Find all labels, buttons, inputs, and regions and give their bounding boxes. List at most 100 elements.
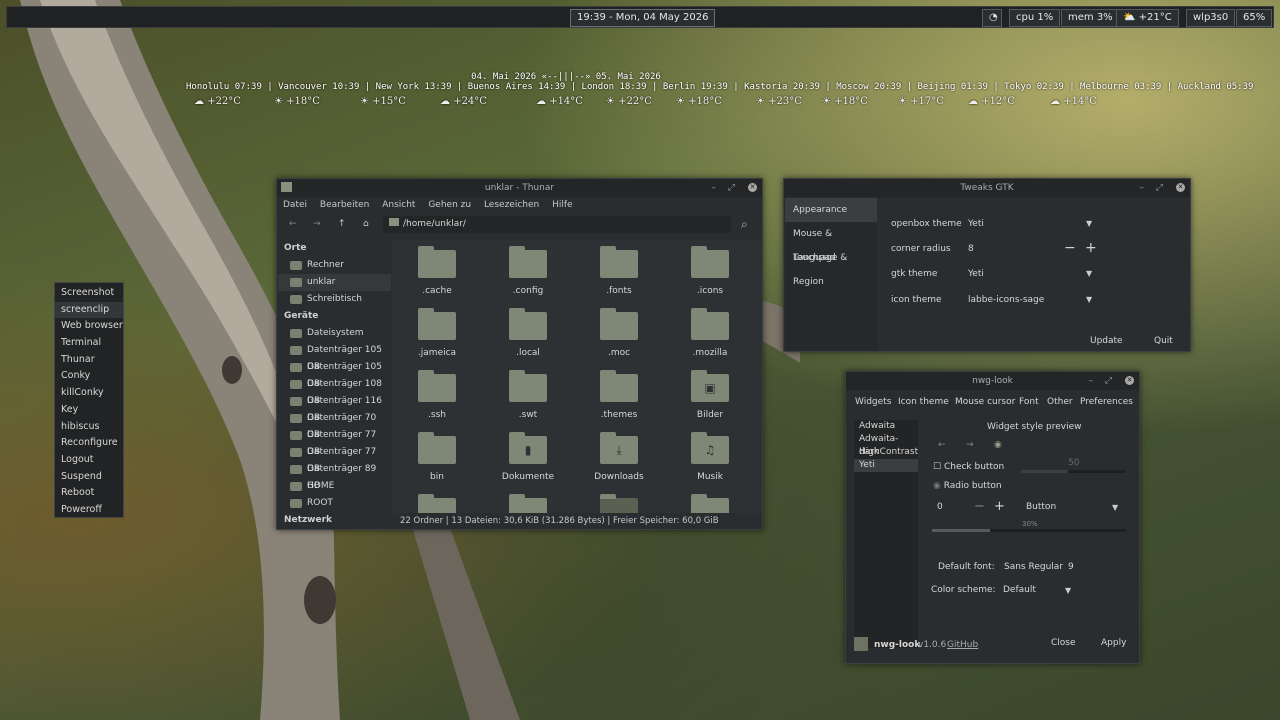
menu-gehen-zu[interactable]: Gehen zu — [428, 200, 471, 210]
radio-dot-icon[interactable]: ◉ — [994, 440, 1002, 450]
plus-icon[interactable]: + — [1085, 240, 1097, 256]
file-item[interactable]: .themes — [574, 410, 664, 420]
tab-other[interactable]: Other — [1047, 397, 1073, 407]
minimize-icon[interactable]: – — [1089, 372, 1094, 390]
chevron-down-icon[interactable]: ▼ — [1086, 219, 1092, 228]
close-icon[interactable]: ✕ — [748, 183, 757, 192]
menu-item-terminal[interactable]: Terminal — [55, 335, 123, 352]
thunar-titlebar[interactable]: unklar - Thunar – ⤢ ✕ — [277, 179, 762, 197]
sidebar-item-device[interactable]: ROOT — [278, 495, 391, 512]
folder-icon[interactable] — [691, 246, 729, 278]
menu-item-logout[interactable]: Logout — [55, 452, 123, 469]
maximize-icon[interactable]: ⤢ — [728, 179, 735, 197]
minimize-icon[interactable]: – — [1140, 179, 1145, 197]
sidebar-item-schreibtisch[interactable]: Schreibtisch — [278, 291, 391, 308]
tray-mem[interactable]: mem 3% — [1061, 9, 1120, 27]
folder-icon[interactable] — [600, 246, 638, 278]
sidebar-item-device[interactable]: HOME — [278, 478, 391, 495]
menu-hilfe[interactable]: Hilfe — [552, 200, 572, 210]
folder-icon[interactable] — [691, 308, 729, 340]
file-item[interactable]: Downloads — [574, 472, 664, 482]
menu-item-conky[interactable]: Conky — [55, 368, 123, 385]
tray-weather[interactable]: ⛅ +21°C — [1116, 9, 1179, 27]
sidebar-item-device[interactable]: Datenträger 108 GB — [278, 376, 391, 406]
file-item[interactable]: Bilder — [665, 410, 755, 420]
sidebar-item-device[interactable]: Datenträger 77 GB — [278, 444, 391, 474]
document-folder-icon[interactable]: ▮ — [509, 432, 547, 464]
menu-item-reboot[interactable]: Reboot — [55, 485, 123, 502]
maximize-icon[interactable]: ⤢ — [1156, 179, 1163, 197]
minimize-icon[interactable]: – — [712, 179, 717, 197]
theme-item[interactable]: Yeti — [854, 459, 918, 472]
folder-icon[interactable] — [418, 246, 456, 278]
tray-applet-icon[interactable]: ◔ — [982, 9, 1002, 27]
chevron-down-icon[interactable]: ▼ — [1065, 586, 1071, 595]
file-item[interactable]: Dokumente — [483, 472, 573, 482]
menu-item-hibiscus[interactable]: hibiscus — [55, 419, 123, 436]
maximize-icon[interactable]: ⤢ — [1105, 372, 1112, 390]
file-item[interactable]: .mozilla — [665, 348, 755, 358]
nwg-titlebar[interactable]: nwg-look – ⤢ ✕ — [846, 372, 1139, 390]
folder-icon[interactable] — [418, 432, 456, 464]
sidebar-item-device[interactable]: Datenträger 105 GB — [278, 359, 391, 389]
spin-value[interactable]: 0 — [937, 502, 943, 512]
home-icon[interactable]: ⌂ — [363, 219, 369, 229]
file-item[interactable]: .icons — [665, 286, 755, 296]
file-item[interactable]: .moc — [574, 348, 664, 358]
file-item[interactable]: .config — [483, 286, 573, 296]
minus-icon[interactable]: − — [1064, 240, 1076, 256]
folder-icon[interactable] — [600, 308, 638, 340]
menu-item-key[interactable]: Key — [55, 402, 123, 419]
close-button[interactable]: Close — [1051, 638, 1076, 648]
up-arrow-icon[interactable]: ↑ — [338, 219, 346, 229]
file-item[interactable]: .local — [483, 348, 573, 358]
check-button[interactable]: ☐ Check button — [933, 462, 1004, 472]
github-link[interactable]: GitHub — [947, 640, 978, 650]
back-arrow-icon[interactable]: ← — [289, 219, 297, 229]
update-button[interactable]: Update — [1090, 336, 1123, 346]
file-item[interactable]: .cache — [392, 286, 482, 296]
search-icon[interactable]: ⌕ — [741, 217, 748, 232]
location-bar[interactable]: /home/unklar/ — [383, 216, 731, 233]
menu-item-web-browser[interactable]: Web browser — [55, 318, 123, 335]
sidebar-item-device[interactable]: Datenträger 116 GB — [278, 393, 391, 423]
menu-ansicht[interactable]: Ansicht — [382, 200, 415, 210]
file-item[interactable]: .swt — [483, 410, 573, 420]
tab-appearance[interactable]: Appearance — [785, 198, 877, 222]
chevron-down-icon[interactable]: ▼ — [1112, 503, 1118, 512]
gtk-theme-value[interactable]: Yeti — [968, 269, 984, 279]
sidebar-item-device[interactable]: Datenträger 77 GB — [278, 427, 391, 457]
folder-icon[interactable] — [509, 370, 547, 402]
tab-font[interactable]: Font — [1019, 397, 1039, 407]
forward-arrow-icon[interactable]: → — [313, 219, 321, 229]
combo-button[interactable]: Button — [1026, 502, 1056, 512]
forward-arrow-icon[interactable]: → — [966, 440, 974, 450]
tray-network[interactable]: wlp3s0 — [1186, 9, 1236, 27]
folder-icon[interactable] — [509, 494, 547, 513]
folder-icon[interactable] — [509, 246, 547, 278]
tab-preferences[interactable]: Preferences — [1080, 397, 1133, 407]
folder-icon[interactable] — [418, 494, 456, 513]
folder-icon[interactable] — [600, 494, 638, 513]
panel-clock[interactable]: 19:39 - Mon, 04 May 2026 — [570, 9, 716, 27]
folder-icon[interactable] — [509, 308, 547, 340]
close-icon[interactable]: ✕ — [1125, 376, 1134, 385]
apply-button[interactable]: Apply — [1101, 638, 1126, 648]
icon-theme-value[interactable]: labbe-icons-sage — [968, 295, 1044, 305]
file-item[interactable]: Musik — [665, 472, 755, 482]
theme-item[interactable]: Adwaita — [854, 420, 918, 433]
file-item[interactable]: .ssh — [392, 410, 482, 420]
sidebar-item-rechner[interactable]: Rechner — [278, 257, 391, 274]
scale-slider[interactable] — [1021, 470, 1125, 473]
menu-item-reconfigure[interactable]: Reconfigure — [55, 435, 123, 452]
theme-item[interactable]: HighContrast — [854, 446, 918, 459]
tray-cpu[interactable]: cpu 1% — [1009, 9, 1061, 27]
file-item[interactable]: .fonts — [574, 286, 664, 296]
image-folder-icon[interactable]: ▣ — [691, 370, 729, 402]
menu-item-killconky[interactable]: killConky — [55, 385, 123, 402]
sidebar-item-device[interactable]: Datenträger 105 GB — [278, 342, 391, 372]
sidebar-item-device[interactable]: Dateisystem — [278, 325, 391, 342]
chevron-down-icon[interactable]: ▼ — [1086, 295, 1092, 304]
folder-icon[interactable] — [418, 370, 456, 402]
tab-icon-theme[interactable]: Icon theme — [898, 397, 949, 407]
